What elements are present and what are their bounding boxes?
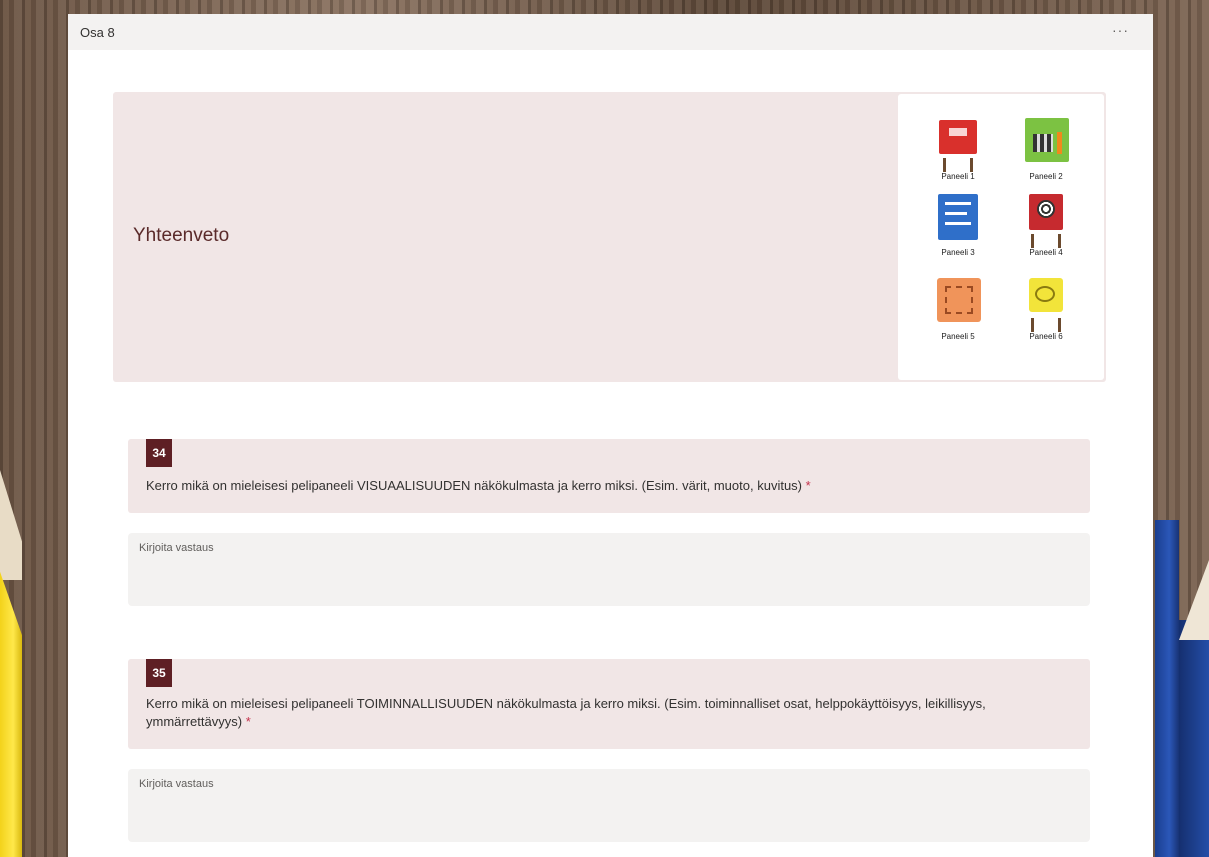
question-text: Kerro mikä on mieleisesi pelipaneeli TOI… bbox=[146, 695, 1076, 731]
panel-2-label: Paneeli 2 bbox=[1029, 172, 1063, 181]
panel-5-label: Paneeli 5 bbox=[941, 332, 975, 341]
panel-1-item: Paneeli 1 bbox=[918, 118, 998, 181]
panel-5-item: Paneeli 5 bbox=[918, 278, 998, 341]
section-header-bar: Osa 8 ··· bbox=[68, 14, 1153, 50]
panel-2-image bbox=[1025, 118, 1069, 166]
question-number: 34 bbox=[146, 439, 172, 467]
panel-5-image bbox=[937, 278, 981, 326]
answer-placeholder: Kirjoita vastaus bbox=[139, 778, 214, 790]
panel-3-item: Paneeli 3 bbox=[918, 194, 998, 257]
question-text: Kerro mikä on mieleisesi pelipaneeli VIS… bbox=[146, 477, 1076, 495]
panel-4-label: Paneeli 4 bbox=[1029, 248, 1063, 257]
panel-1-label: Paneeli 1 bbox=[941, 172, 975, 181]
required-mark: * bbox=[805, 478, 811, 493]
question-35-answer-input[interactable]: Kirjoita vastaus bbox=[128, 769, 1090, 842]
more-options-icon[interactable]: ··· bbox=[1112, 22, 1129, 38]
question-34-text: Kerro mikä on mieleisesi pelipaneeli VIS… bbox=[146, 478, 802, 493]
pencil-decoration bbox=[1179, 620, 1209, 857]
panel-1-image bbox=[937, 118, 979, 172]
question-34-answer-input[interactable]: Kirjoita vastaus bbox=[128, 533, 1090, 606]
section-header-card: Yhteenveto Paneeli 1 Paneeli 2 Paneeli 3… bbox=[113, 92, 1106, 382]
panel-4-item: Paneeli 4 bbox=[1006, 194, 1086, 257]
panel-6-item: Paneeli 6 bbox=[1006, 278, 1086, 341]
section-title: Yhteenveto bbox=[133, 225, 230, 246]
panel-3-label: Paneeli 3 bbox=[941, 248, 975, 257]
panel-6-label: Paneeli 6 bbox=[1029, 332, 1063, 341]
panels-image: Paneeli 1 Paneeli 2 Paneeli 3 Paneeli 4 … bbox=[898, 94, 1104, 380]
required-mark: * bbox=[245, 714, 251, 729]
pencil-decoration bbox=[1155, 520, 1179, 857]
panel-6-image bbox=[1025, 278, 1067, 332]
panel-2-item: Paneeli 2 bbox=[1006, 118, 1086, 181]
section-label: Osa 8 bbox=[80, 25, 115, 40]
form-panel: Osa 8 ··· Yhteenveto Paneeli 1 Paneeli 2… bbox=[68, 14, 1153, 857]
question-35-card: 35 Kerro mikä on mieleisesi pelipaneeli … bbox=[128, 659, 1090, 749]
answer-placeholder: Kirjoita vastaus bbox=[139, 542, 214, 554]
question-35-text: Kerro mikä on mieleisesi pelipaneeli TOI… bbox=[146, 696, 986, 729]
panel-4-image bbox=[1025, 194, 1067, 248]
panel-3-image bbox=[937, 194, 979, 242]
question-number: 35 bbox=[146, 659, 172, 687]
question-34-card: 34 Kerro mikä on mieleisesi pelipaneeli … bbox=[128, 439, 1090, 513]
